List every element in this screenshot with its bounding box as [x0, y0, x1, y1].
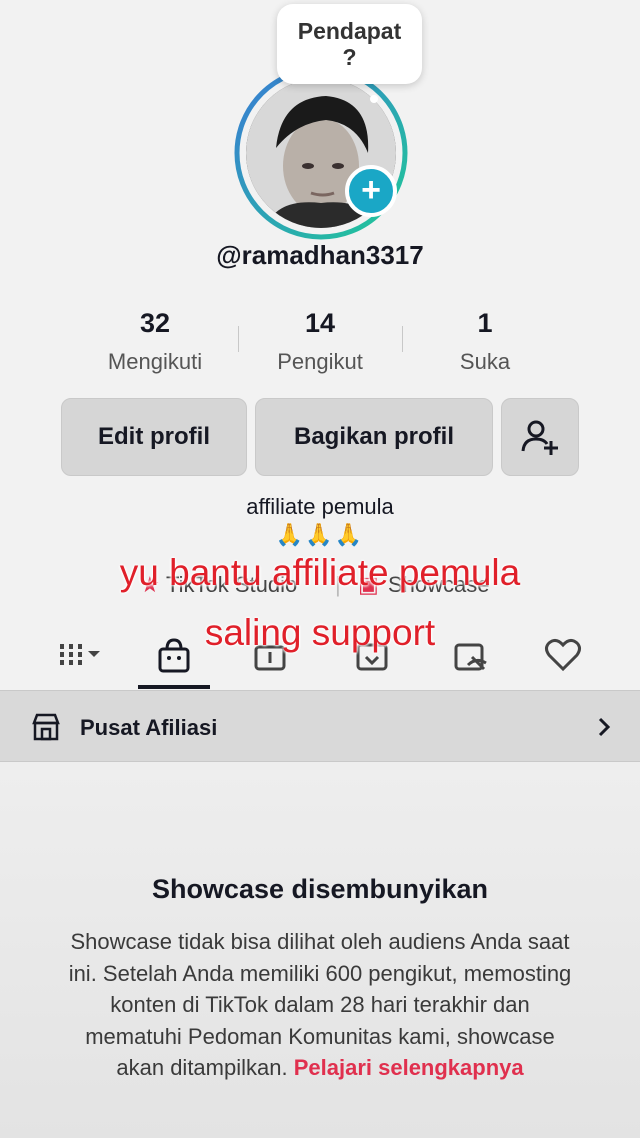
- add-friend-button[interactable]: [501, 398, 579, 476]
- tooltip-question: ?: [342, 44, 357, 70]
- active-tab-indicator: [138, 685, 210, 689]
- tooltip-dot: [370, 95, 378, 103]
- stat-followers[interactable]: 14 Pengikut: [235, 308, 405, 375]
- chevron-right-icon: [598, 717, 611, 737]
- tooltip-bubble[interactable]: Pendapat ?: [277, 4, 422, 84]
- stat-following[interactable]: 32 Mengikuti: [70, 308, 240, 375]
- bio-text: affiliate pemula: [246, 494, 394, 519]
- overlay-text-line2: saling support: [204, 612, 436, 653]
- add-person-icon: [521, 420, 558, 455]
- stat-label: Pengikut: [277, 349, 363, 374]
- share-profile-button[interactable]: Bagikan profil: [255, 398, 493, 476]
- stat-likes[interactable]: 1 Suka: [400, 308, 570, 375]
- stat-value: 32: [139, 308, 171, 338]
- edit-profile-button[interactable]: Edit profil: [61, 398, 247, 476]
- tooltip-text: Pendapat: [297, 18, 402, 44]
- learn-more-link[interactable]: Pelajari selengkapnya: [294, 1055, 524, 1080]
- bio-emoji: 🙏🙏🙏: [275, 522, 365, 547]
- affiliate-label: Pusat Afiliasi: [80, 715, 218, 740]
- overlay-text-line1: yu bantu affiliate pemula: [119, 552, 521, 593]
- username: @ramadhan3317: [216, 240, 424, 270]
- showcase-body: Showcase tidak bisa dilihat oleh audiens…: [60, 926, 580, 1084]
- stat-label: Suka: [459, 349, 511, 374]
- store-icon: [32, 713, 60, 741]
- showcase-title: Showcase disembunyikan: [151, 874, 489, 904]
- stat-value: 14: [304, 308, 336, 338]
- stat-value: 1: [477, 308, 493, 338]
- stat-label: Mengikuti: [107, 349, 203, 374]
- affiliate-center-row[interactable]: Pusat Afiliasi: [0, 690, 640, 762]
- plus-icon: +: [361, 170, 381, 209]
- add-story-button[interactable]: +: [345, 165, 397, 217]
